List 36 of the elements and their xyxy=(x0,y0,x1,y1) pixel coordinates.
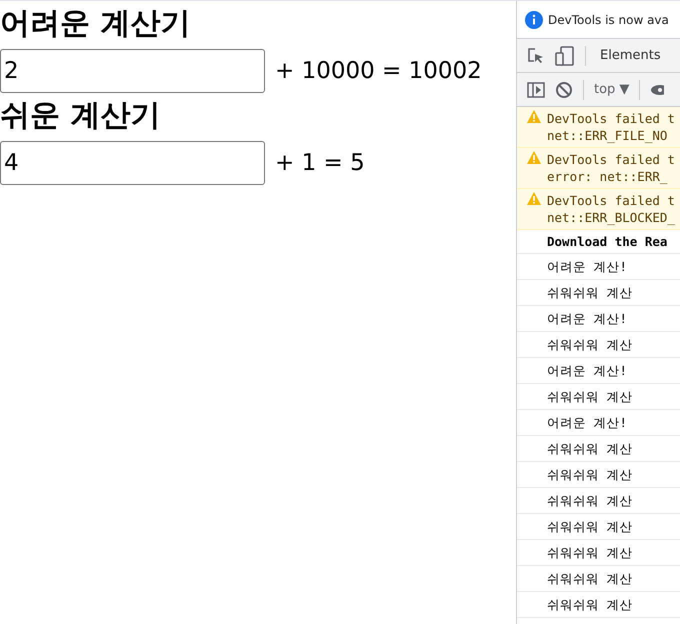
number-input[interactable]: 2 xyxy=(0,49,265,93)
number-input[interactable]: 4 xyxy=(0,141,265,185)
console-message: 어려운 계산! xyxy=(547,258,628,275)
context-dropdown[interactable]: top ▼ xyxy=(594,82,630,97)
console-message: 어려운 계산! xyxy=(547,414,628,431)
console-message: 어려운 계산! xyxy=(547,362,628,379)
console-message: 쉬워쉬워 계산 xyxy=(547,466,633,483)
calculator-heading: 어려운 계산기 xyxy=(0,5,192,43)
console-message: Download the Rea xyxy=(547,233,668,250)
calculator-heading: 쉬운 계산기 xyxy=(0,97,162,135)
equation-text: + 1 = 5 xyxy=(275,150,365,176)
console-message: 쉬워쉬워 계산 xyxy=(547,570,633,587)
panel-tab[interactable]: Elements xyxy=(596,48,665,63)
clear-icon[interactable] xyxy=(555,80,573,98)
sidebar-icon[interactable] xyxy=(527,82,545,98)
console-message: 쉬워쉬워 계산 xyxy=(547,596,633,613)
warning-icon xyxy=(527,192,541,205)
console-message: DevTools failed t error: net::ERR_ xyxy=(547,151,675,185)
device-icon[interactable] xyxy=(555,46,575,66)
console-message: 쉬워쉬워 계산 xyxy=(547,492,633,509)
console-message: DevTools failed t net::ERR_FILE_NO xyxy=(547,110,675,144)
console-message: DevTools failed t net::ERR_BLOCKED_ xyxy=(547,192,675,226)
console-message: 쉬워쉬워 계산 xyxy=(547,284,633,301)
console-message: 쉬워쉬워 계산 xyxy=(547,544,633,561)
console-message: 쉬워쉬워 계산 xyxy=(547,388,633,405)
warning-icon xyxy=(527,110,541,123)
console-message: 쉬워쉬워 계산 xyxy=(547,518,633,535)
console-message: 쉬워쉬워 계산 xyxy=(547,336,633,353)
eye-icon[interactable] xyxy=(650,82,664,96)
console-message: 어려운 계산! xyxy=(547,310,628,327)
info-icon xyxy=(525,10,543,28)
equation-text: + 10000 = 10002 xyxy=(275,58,482,84)
warning-icon xyxy=(527,151,541,164)
banner-text: DevTools is now ava xyxy=(548,12,669,26)
inspect-icon[interactable] xyxy=(527,46,545,64)
console-message: 쉬워쉬워 계산 xyxy=(547,440,633,457)
